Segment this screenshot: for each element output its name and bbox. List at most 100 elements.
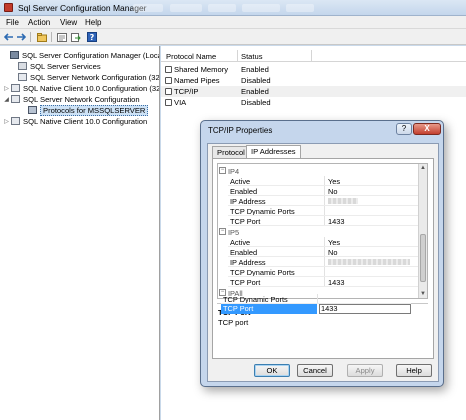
protocol-icon (165, 99, 172, 106)
menu-view[interactable]: View (60, 18, 77, 27)
grid-category-ip4[interactable]: − IP4 (218, 166, 418, 176)
column-divider[interactable] (311, 50, 312, 62)
grid-row-ip-address[interactable]: IP Address (218, 196, 418, 206)
network-icon (11, 95, 20, 103)
expand-arrow-icon[interactable]: ▷ (3, 85, 10, 92)
protocol-icon (28, 106, 37, 114)
tcp-port-input[interactable]: 1433 (319, 304, 411, 314)
export-icon[interactable] (70, 32, 81, 42)
protocol-icon (165, 66, 172, 73)
grid-row-active[interactable]: Active Yes (218, 237, 418, 247)
cancel-button[interactable]: Cancel (297, 364, 333, 377)
title-bar: Sql Server Configuration Manager (0, 0, 466, 16)
tree-item-network-config-32bit[interactable]: SQL Server Network Configuration (32bit (10, 72, 160, 82)
redacted-ip-value[interactable] (328, 259, 410, 265)
app-icon (4, 3, 13, 12)
client-icon (11, 84, 20, 92)
tree-item-protocols-mssqlserver[interactable]: Protocols for MSSQLSERVER (20, 104, 149, 116)
grid-row-tcp-dynamic-ports[interactable]: TCP Dynamic Ports (218, 206, 418, 216)
menu-help[interactable]: Help (85, 18, 101, 27)
client-icon (11, 117, 20, 125)
column-header-protocol-name[interactable]: Protocol Name (166, 52, 216, 61)
tree-item-config-manager-root[interactable]: SQL Server Configuration Manager (Local) (2, 50, 160, 60)
grid-row-enabled[interactable]: Enabled No (218, 186, 418, 196)
tree-item-label: SQL Server Network Configuration (32bit (30, 72, 160, 82)
grid-row-tcp-port[interactable]: TCP Port 1433 (218, 277, 418, 287)
list-header: Protocol Name Status (161, 50, 466, 62)
protocol-name: Shared Memory (174, 65, 229, 74)
grid-row-tcp-port[interactable]: TCP Port 1433 (218, 216, 418, 226)
scroll-thumb[interactable] (420, 234, 426, 282)
protocol-status: Disabled (241, 76, 271, 85)
tree-item-label: SQL Server Network Configuration (23, 94, 140, 104)
dialog-body: Protocol IP Addresses − IP4 Active Yes E… (207, 143, 439, 382)
protocol-row-via[interactable]: VIA Disabled (161, 97, 466, 108)
tab-protocol[interactable]: Protocol (212, 146, 250, 158)
collapse-icon[interactable]: − (219, 228, 226, 235)
menu-file[interactable]: File (6, 18, 19, 27)
tab-ip-addresses[interactable]: IP Addresses (246, 145, 301, 158)
taskbar-placeholder (286, 4, 314, 12)
grid-row-tcp-dynamic-ports[interactable]: TCP Dynamic Ports (218, 267, 418, 277)
grid-row-tcp-port-selected[interactable]: TCP Port 1433 (211, 304, 411, 314)
expand-arrow-icon[interactable]: ▷ (3, 118, 10, 125)
protocol-status: Disabled (241, 98, 271, 107)
protocol-row-tcp-ip[interactable]: TCP/IP Enabled (161, 86, 466, 97)
category-label: IP5 (228, 228, 240, 237)
redacted-ip-value[interactable] (328, 198, 358, 204)
protocol-name: Named Pipes (174, 76, 220, 85)
protocol-icon (165, 77, 172, 84)
grid-category-ip5[interactable]: − IP5 (218, 227, 418, 237)
toolbar-divider (30, 32, 31, 42)
tree-item-label: Protocols for MSSQLSERVER (40, 104, 149, 116)
tree-item-network-config[interactable]: ◢ SQL Server Network Configuration (3, 94, 140, 104)
ip-addresses-panel: − IP4 Active Yes Enabled No IP Address T… (212, 158, 434, 359)
server-icon (18, 62, 27, 70)
grid-row-enabled[interactable]: Enabled No (218, 247, 418, 257)
property-grid-scrollbar[interactable]: ▲ ▼ (418, 164, 427, 298)
dialog-help-button[interactable]: ? (396, 123, 412, 135)
tree-item-label: SQL Server Configuration Manager (Local) (22, 50, 160, 60)
category-label: IP4 (228, 167, 240, 176)
grid-row-active[interactable]: Active Yes (218, 176, 418, 186)
apply-button[interactable]: Apply (347, 364, 383, 377)
network-icon (18, 73, 27, 81)
forward-arrow-icon[interactable] (15, 32, 26, 42)
svg-text:?: ? (89, 33, 94, 42)
back-arrow-icon[interactable] (3, 32, 14, 42)
menu-action[interactable]: Action (28, 18, 50, 27)
column-divider[interactable] (237, 50, 238, 62)
menu-bar: File Action View Help (0, 16, 466, 29)
grid-row-ip-address[interactable]: IP Address (218, 257, 418, 267)
dialog-title: TCP/IP Properties (208, 126, 273, 135)
tree-item-native-client[interactable]: ▷ SQL Native Client 10.0 Configuration (3, 116, 147, 126)
toolbar: ? (0, 29, 466, 45)
property-grid: − IP4 Active Yes Enabled No IP Address T… (217, 163, 428, 299)
tree-item-label: SQL Native Client 10.0 Configuration (23, 116, 148, 126)
scroll-down-icon[interactable]: ▼ (419, 290, 427, 298)
help-button[interactable]: Help (396, 364, 432, 377)
properties-icon[interactable] (56, 32, 67, 42)
ok-button[interactable]: OK (254, 364, 290, 377)
taskbar-placeholder (170, 4, 202, 12)
scroll-up-icon[interactable]: ▲ (419, 164, 427, 172)
dialog-close-button[interactable]: X (413, 123, 441, 135)
collapse-icon[interactable]: − (219, 167, 226, 174)
tree-item-native-client-32bit[interactable]: ▷ SQL Native Client 10.0 Configuration (… (3, 83, 160, 93)
tree-item-label: SQL Server Services (30, 61, 101, 71)
protocol-name: TCP/IP (174, 87, 199, 96)
collapse-arrow-icon[interactable]: ◢ (3, 96, 10, 103)
protocol-row-shared-memory[interactable]: Shared Memory Enabled (161, 64, 466, 75)
protocol-name: VIA (174, 98, 187, 107)
grid-row-tcp-dynamic-ports[interactable]: TCP Dynamic Ports (211, 294, 411, 304)
up-folder-icon[interactable] (36, 32, 47, 42)
column-header-status[interactable]: Status (241, 52, 263, 61)
taskbar-placeholder (208, 4, 236, 12)
tree-item-sql-server-services[interactable]: SQL Server Services (10, 61, 101, 71)
tree-item-label: SQL Native Client 10.0 Configuration (32… (23, 83, 160, 93)
protocol-row-named-pipes[interactable]: Named Pipes Disabled (161, 75, 466, 86)
description-text: TCP port (218, 318, 249, 327)
help-icon[interactable]: ? (86, 32, 97, 42)
protocol-status: Enabled (241, 65, 269, 74)
toolbar-divider (51, 32, 52, 42)
